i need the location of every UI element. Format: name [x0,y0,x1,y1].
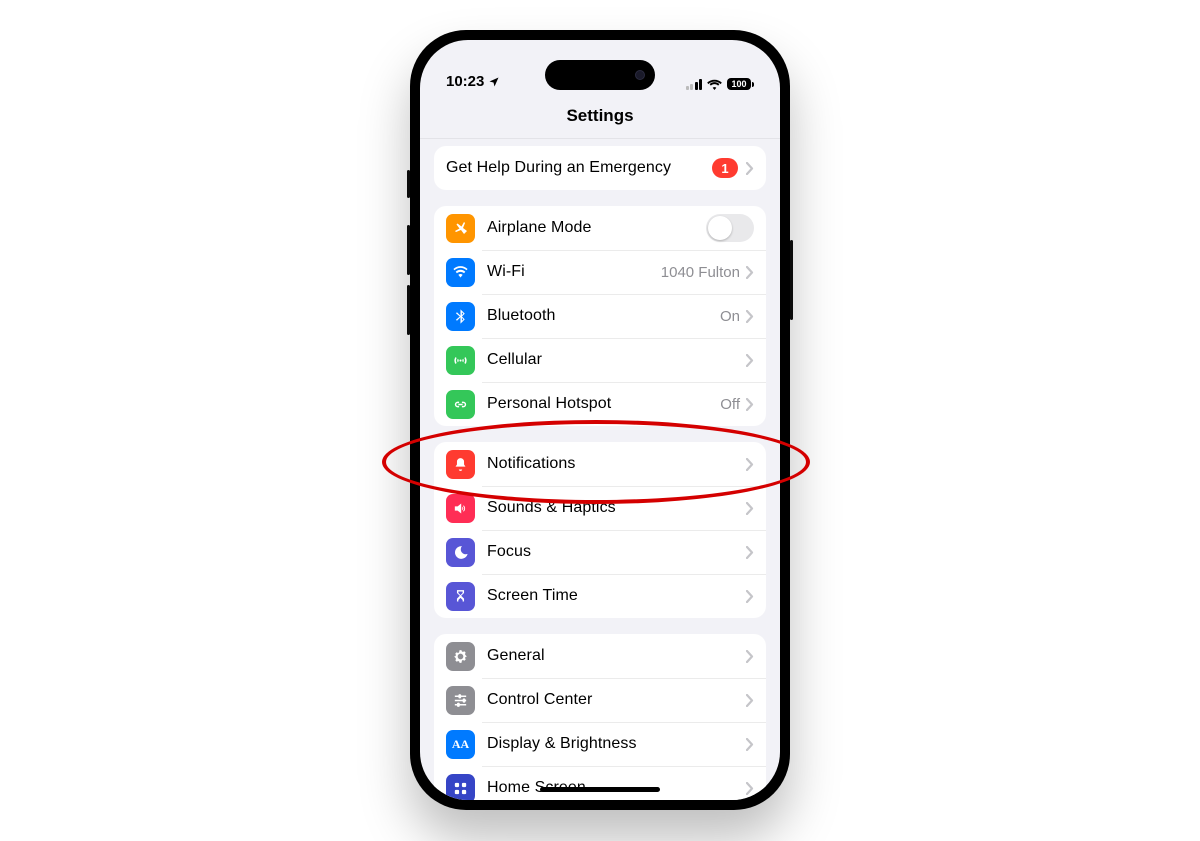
row-bluetooth[interactable]: Bluetooth On [434,294,766,338]
bluetooth-icon [446,302,475,331]
speaker-icon [446,494,475,523]
notification-badge: 1 [712,158,738,178]
row-label: Sounds & Haptics [487,499,746,517]
page-title: Settings [420,94,780,139]
moon-icon [446,538,475,567]
chevron-right-icon [746,266,754,279]
wifi-icon [446,258,475,287]
grid-icon [446,774,475,801]
status-time: 10:23 [446,73,484,90]
row-label: Wi-Fi [487,263,661,281]
screen: 10:23 100 Settings Get Help [420,40,780,800]
row-focus[interactable]: Focus [434,530,766,574]
row-general[interactable]: General [434,634,766,678]
chevron-right-icon [746,782,754,795]
cellular-icon [446,346,475,375]
wifi-icon [707,79,722,90]
iphone-frame: 10:23 100 Settings Get Help [410,30,790,810]
airplane-toggle[interactable] [706,214,754,242]
row-label: Notifications [487,455,746,473]
row-label: Control Center [487,691,746,709]
gear-icon [446,642,475,671]
chevron-right-icon [746,162,754,175]
row-detail: On [720,308,740,325]
row-label: Personal Hotspot [487,395,720,413]
row-label: Get Help During an Emergency [446,159,712,177]
row-detail: 1040 Fulton [661,264,740,281]
hotspot-icon [446,390,475,419]
chevron-right-icon [746,738,754,751]
row-display-brightness[interactable]: AA Display & Brightness [434,722,766,766]
chevron-right-icon [746,310,754,323]
row-label: Display & Brightness [487,735,746,753]
row-label: General [487,647,746,665]
chevron-right-icon [746,694,754,707]
status-bar: 10:23 100 [420,40,780,94]
row-label: Bluetooth [487,307,720,325]
chevron-right-icon [746,354,754,367]
chevron-right-icon [746,458,754,471]
row-control-center[interactable]: Control Center [434,678,766,722]
sliders-icon [446,686,475,715]
bell-icon [446,450,475,479]
row-wifi[interactable]: Wi-Fi 1040 Fulton [434,250,766,294]
row-label: Cellular [487,351,746,369]
row-sounds-haptics[interactable]: Sounds & Haptics [434,486,766,530]
row-label: Airplane Mode [487,219,706,237]
battery-indicator: 100 [727,78,754,90]
settings-list[interactable]: Get Help During an Emergency 1 Airplane … [420,138,780,800]
row-cellular[interactable]: Cellular [434,338,766,382]
row-home-screen[interactable]: Home Screen [434,766,766,800]
row-notifications[interactable]: Notifications [434,442,766,486]
row-label: Focus [487,543,746,561]
chevron-right-icon [746,398,754,411]
text-size-icon: AA [446,730,475,759]
chevron-right-icon [746,502,754,515]
chevron-right-icon [746,650,754,663]
home-indicator[interactable] [540,787,660,792]
row-airplane-mode[interactable]: Airplane Mode [434,206,766,250]
row-personal-hotspot[interactable]: Personal Hotspot Off [434,382,766,426]
row-detail: Off [720,396,740,413]
chevron-right-icon [746,590,754,603]
row-emergency[interactable]: Get Help During an Emergency 1 [434,146,766,190]
location-icon [488,76,500,88]
airplane-icon [446,214,475,243]
cellular-signal-icon [686,79,703,90]
hourglass-icon [446,582,475,611]
chevron-right-icon [746,546,754,559]
row-label: Screen Time [487,587,746,605]
row-screen-time[interactable]: Screen Time [434,574,766,618]
